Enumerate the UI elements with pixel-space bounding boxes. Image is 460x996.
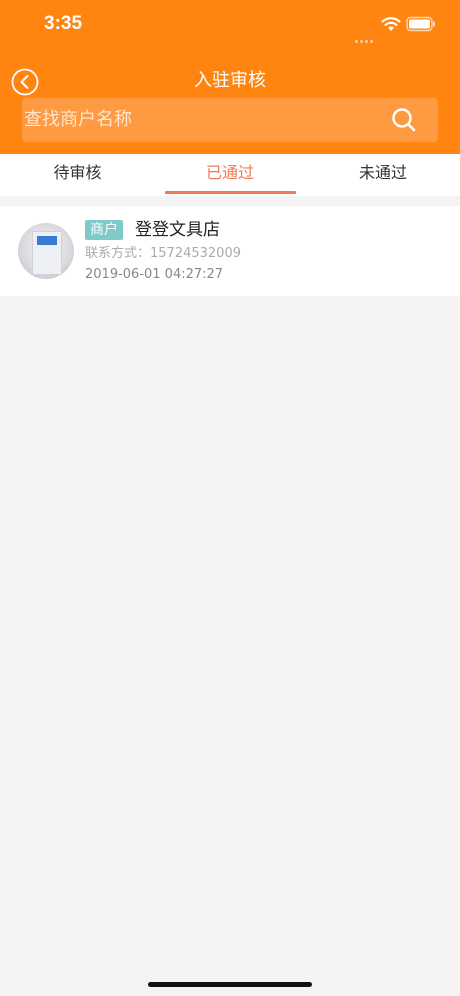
tab-approved[interactable]: 已通过 [162, 154, 298, 194]
tab-pending[interactable]: 待审核 [10, 154, 145, 194]
search-placeholder: 查找商户名称 [24, 109, 132, 130]
merchant-list: 商户 登登文具店 联系方式：15724532009 2019-06-01 04:… [0, 206, 460, 296]
submit-datetime: 2019-06-01 04:27:27 [85, 267, 224, 282]
search-icon[interactable] [391, 107, 417, 133]
avatar [18, 223, 74, 279]
tab-rejected[interactable]: 未通过 [316, 154, 450, 194]
status-tabs: 待审核 已通过 未通过 [0, 154, 460, 196]
list-item[interactable]: 商户 登登文具店 联系方式：15724532009 2019-06-01 04:… [0, 206, 460, 296]
status-bar: 3:35 [0, 0, 460, 50]
home-indicator [148, 982, 312, 987]
wifi-icon [381, 17, 401, 31]
cellular-signal-icon [355, 28, 375, 47]
search-input[interactable]: 查找商户名称 [22, 98, 438, 142]
header: 3:35 入驻审核 查找商户名称 [0, 0, 460, 154]
shop-name: 登登文具店 [135, 220, 220, 240]
status-time: 3:35 [44, 13, 83, 34]
battery-icon [406, 16, 435, 32]
page-title: 入驻审核 [194, 70, 266, 91]
merchant-badge: 商户 [85, 220, 123, 240]
active-tab-indicator [165, 191, 296, 194]
contact-info: 联系方式：15724532009 [85, 246, 241, 261]
